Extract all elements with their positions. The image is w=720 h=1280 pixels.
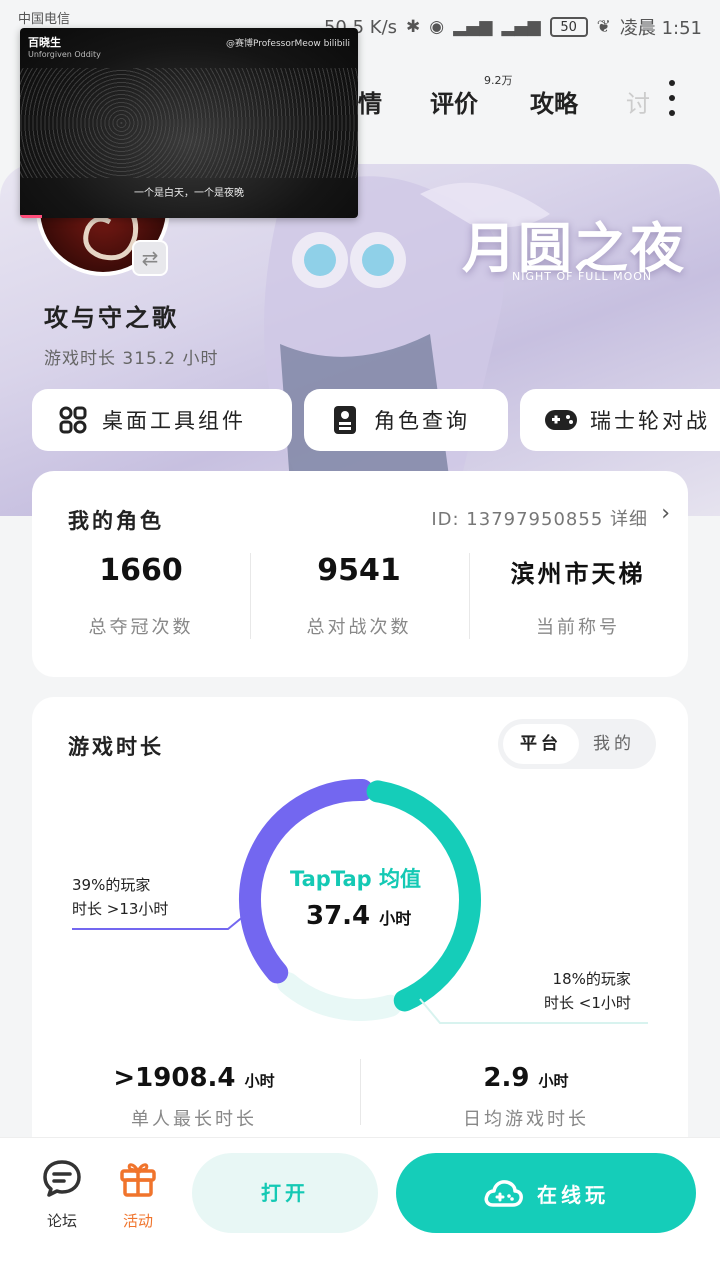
longest-value: >1908.4	[113, 1063, 236, 1093]
daily-unit: 小时	[538, 1072, 569, 1090]
toggle-mine[interactable]: 我的	[576, 724, 652, 764]
stat-label: 总对战次数	[306, 617, 412, 638]
annotation-right-line2: 时长 <1小时	[544, 994, 631, 1012]
play-time-card: 游戏时长 平台 我的 39%的玩家 时长 >13小时 18%的玩家 时长 <1小…	[32, 697, 688, 1167]
play-online-button[interactable]: 在线玩	[396, 1153, 696, 1233]
taptap-average-label: TapTap 均值	[290, 867, 421, 891]
donut-segment-1	[366, 780, 481, 1012]
game-name: 攻与守之歌	[44, 304, 179, 332]
donut-segment-2	[277, 972, 402, 1021]
forum-label: 论坛	[46, 1212, 77, 1230]
tab-detail[interactable]: 情	[358, 84, 382, 119]
floating-video[interactable]: 百晓生 Unforgiven Oddity @赛博ProfessorMeow b…	[20, 28, 358, 218]
video-channel-sub: Unforgiven Oddity	[28, 50, 101, 59]
game-logo-sub: NIGHT OF FULL MOON	[512, 270, 653, 283]
annotation-right-line1: 18%的玩家	[552, 970, 631, 988]
video-progress	[20, 215, 42, 218]
tab-review[interactable]: 评价	[430, 84, 478, 119]
status-icons: 50.5 K/s ✱ ◉ ▂▄▆ ▂▄▆ 50 ❦ 凌晨 1:51	[324, 14, 702, 40]
stat-label: 总夺冠次数	[88, 617, 194, 638]
id-card-icon	[328, 403, 362, 437]
gamepad-icon	[544, 403, 578, 437]
annotation-left-line1: 39%的玩家	[72, 876, 151, 894]
play-online-label: 在线玩	[537, 1182, 609, 1207]
more-menu-icon[interactable]	[660, 80, 684, 116]
tab-guide[interactable]: 攻略	[530, 84, 578, 119]
switch-account-icon[interactable]: ⇄	[132, 240, 168, 276]
carrier-label: 中国电信	[18, 12, 71, 27]
average-unit: 小时	[379, 909, 412, 928]
signal-2-icon: ▂▄▆	[501, 17, 541, 37]
annotation-right: 18%的玩家 时长 <1小时	[544, 967, 631, 1015]
average-number: 37.4	[306, 901, 371, 931]
grid-icon	[56, 403, 90, 437]
chip-swiss-round[interactable]: 瑞士轮对战	[520, 389, 720, 451]
chip-label: 桌面工具组件	[102, 409, 246, 433]
forum-button[interactable]: 论坛	[32, 1158, 92, 1231]
daily-play-stat: 2.9 小时 日均游戏时长	[376, 1063, 676, 1131]
bottom-action-bar: 论坛 活动 打开 在线玩	[0, 1137, 720, 1280]
clock: 凌晨 1:51	[619, 18, 702, 39]
average-value: 37.4 小时	[306, 901, 411, 931]
open-button[interactable]: 打开	[192, 1153, 378, 1233]
annotation-left: 39%的玩家 时长 >13小时	[72, 873, 168, 921]
stat-championships: 1660 总夺冠次数	[32, 553, 250, 639]
eye-icon: ◉	[429, 17, 445, 37]
stat-title: 滨州市天梯 当前称号	[469, 553, 687, 639]
longest-label: 单人最长时长	[131, 1109, 257, 1130]
chevron-right-icon[interactable]: ›	[661, 501, 670, 526]
tab-discuss[interactable]: 讨	[626, 84, 650, 119]
cloud-gamepad-icon	[484, 1180, 523, 1207]
activity-button[interactable]: 活动	[108, 1158, 168, 1231]
battery-icon: 50	[549, 17, 588, 37]
stat-label: 当前称号	[536, 617, 620, 638]
video-subtitle: 一个是白天，一个是夜晚	[134, 188, 244, 199]
toggle-platform[interactable]: 平台	[503, 724, 579, 764]
bluetooth-icon: ✱	[406, 17, 421, 37]
annotation-left-line2: 时长 >13小时	[72, 900, 169, 918]
role-card-title: 我的角色	[68, 509, 164, 533]
video-watermark: @赛博ProfessorMeow bilibili	[225, 39, 350, 49]
daily-label: 日均游戏时长	[463, 1109, 589, 1130]
divider	[360, 1059, 361, 1125]
play-time-title: 游戏时长	[68, 735, 164, 759]
video-channel: 百晓生	[28, 36, 61, 49]
chip-desktop-widgets[interactable]: 桌面工具组件	[32, 389, 292, 451]
platform-toggle[interactable]: 平台 我的	[498, 719, 656, 769]
leaf-icon: ❦	[596, 17, 611, 37]
my-role-card: 我的角色 ID: 13797950855 详细 › 1660 总夺冠次数 954…	[32, 471, 688, 677]
activity-label: 活动	[122, 1212, 153, 1230]
longest-unit: 小时	[244, 1072, 275, 1090]
chip-label: 角色查询	[374, 409, 470, 433]
forum-icon	[43, 1160, 81, 1197]
daily-value: 2.9	[483, 1063, 530, 1093]
chip-label: 瑞士轮对战	[590, 409, 710, 433]
play-time-chart: 39%的玩家 时长 >13小时 18%的玩家 时长 <1小时 TapTap 均值…	[32, 777, 688, 1057]
signal-icon: ▂▄▆	[453, 17, 493, 37]
longest-play-stat: >1908.4 小时 单人最长时长	[44, 1063, 344, 1131]
my-play-time: 游戏时长 315.2 小时	[44, 349, 219, 369]
stat-value: 1660	[99, 553, 183, 588]
review-count: 9.2万	[484, 74, 513, 87]
role-id-link[interactable]: ID: 13797950855 详细	[431, 505, 648, 531]
chip-character-lookup[interactable]: 角色查询	[304, 389, 508, 451]
stat-value: 滨州市天梯	[510, 560, 646, 588]
video-frame	[20, 68, 358, 178]
stat-battles: 9541 总对战次数	[250, 553, 468, 639]
stat-value: 9541	[317, 553, 401, 588]
gift-icon	[120, 1163, 156, 1197]
